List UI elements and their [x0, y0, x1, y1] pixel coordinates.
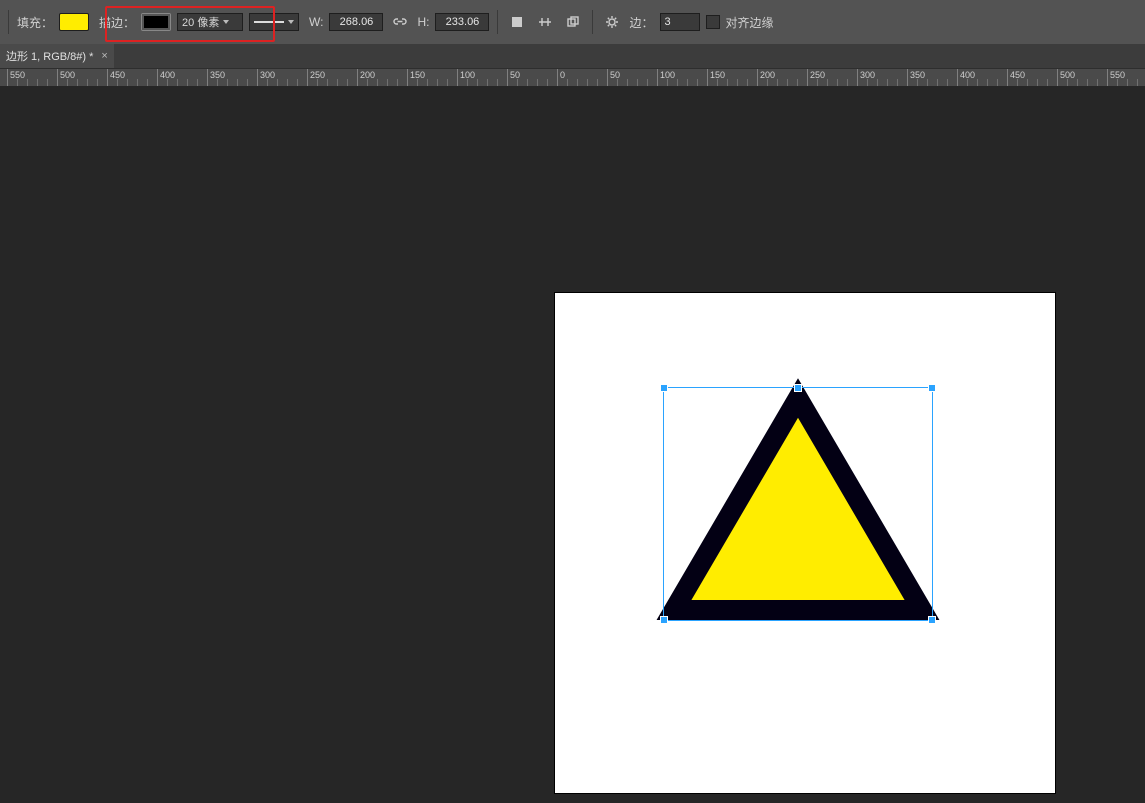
sides-label: 边： — [629, 14, 653, 31]
fill-label: 填充： — [17, 14, 53, 31]
height-input[interactable] — [435, 13, 489, 31]
stroke-width-value: 20 像素 — [182, 14, 219, 30]
fill-color-swatch[interactable] — [59, 13, 89, 31]
selection-handle-tr[interactable] — [929, 385, 935, 391]
selection-handle-br[interactable] — [929, 617, 935, 623]
shape-settings-button[interactable] — [601, 11, 623, 33]
stroke-width-dropdown[interactable]: 20 像素 — [177, 13, 243, 31]
path-alignment-button[interactable] — [534, 11, 556, 33]
shape-options-bar: 填充： 描边： 20 像素 W: H: 边： 对齐边缘 — [0, 5, 1145, 39]
width-label: W: — [309, 15, 323, 29]
selection-handle-tl[interactable] — [661, 385, 667, 391]
stroke-label: 描边： — [99, 14, 135, 31]
link-dimensions-button[interactable] — [389, 11, 411, 33]
align-edges-checkbox[interactable] — [706, 15, 720, 29]
chevron-down-icon — [288, 20, 294, 24]
path-operations-button[interactable] — [506, 11, 528, 33]
chevron-down-icon — [223, 20, 229, 24]
artboard[interactable] — [555, 293, 1055, 793]
width-input[interactable] — [329, 13, 383, 31]
stroke-color-swatch[interactable] — [141, 13, 171, 31]
selection-handle-tc[interactable] — [795, 385, 801, 391]
horizontal-ruler[interactable]: 5505004504003503002502001501005005010015… — [0, 68, 1145, 88]
stroke-style-preview — [254, 21, 284, 23]
separator — [592, 10, 593, 34]
document-tab-strip: 边形 1, RGB/8#) * × — [0, 44, 1145, 68]
document-tab-title: 边形 1, RGB/8#) * — [6, 48, 93, 64]
selection-bounding-box — [664, 388, 932, 620]
canvas-viewport[interactable] — [0, 86, 1145, 803]
sides-input[interactable] — [660, 13, 700, 31]
document-tab[interactable]: 边形 1, RGB/8#) * × — [0, 44, 114, 68]
separator — [8, 10, 9, 34]
close-icon[interactable]: × — [101, 50, 107, 62]
selection-handle-bl[interactable] — [661, 617, 667, 623]
stroke-style-dropdown[interactable] — [249, 13, 299, 31]
path-arrangement-button[interactable] — [562, 11, 584, 33]
separator — [497, 10, 498, 34]
height-label: H: — [417, 15, 429, 29]
align-edges-label: 对齐边缘 — [726, 14, 774, 31]
